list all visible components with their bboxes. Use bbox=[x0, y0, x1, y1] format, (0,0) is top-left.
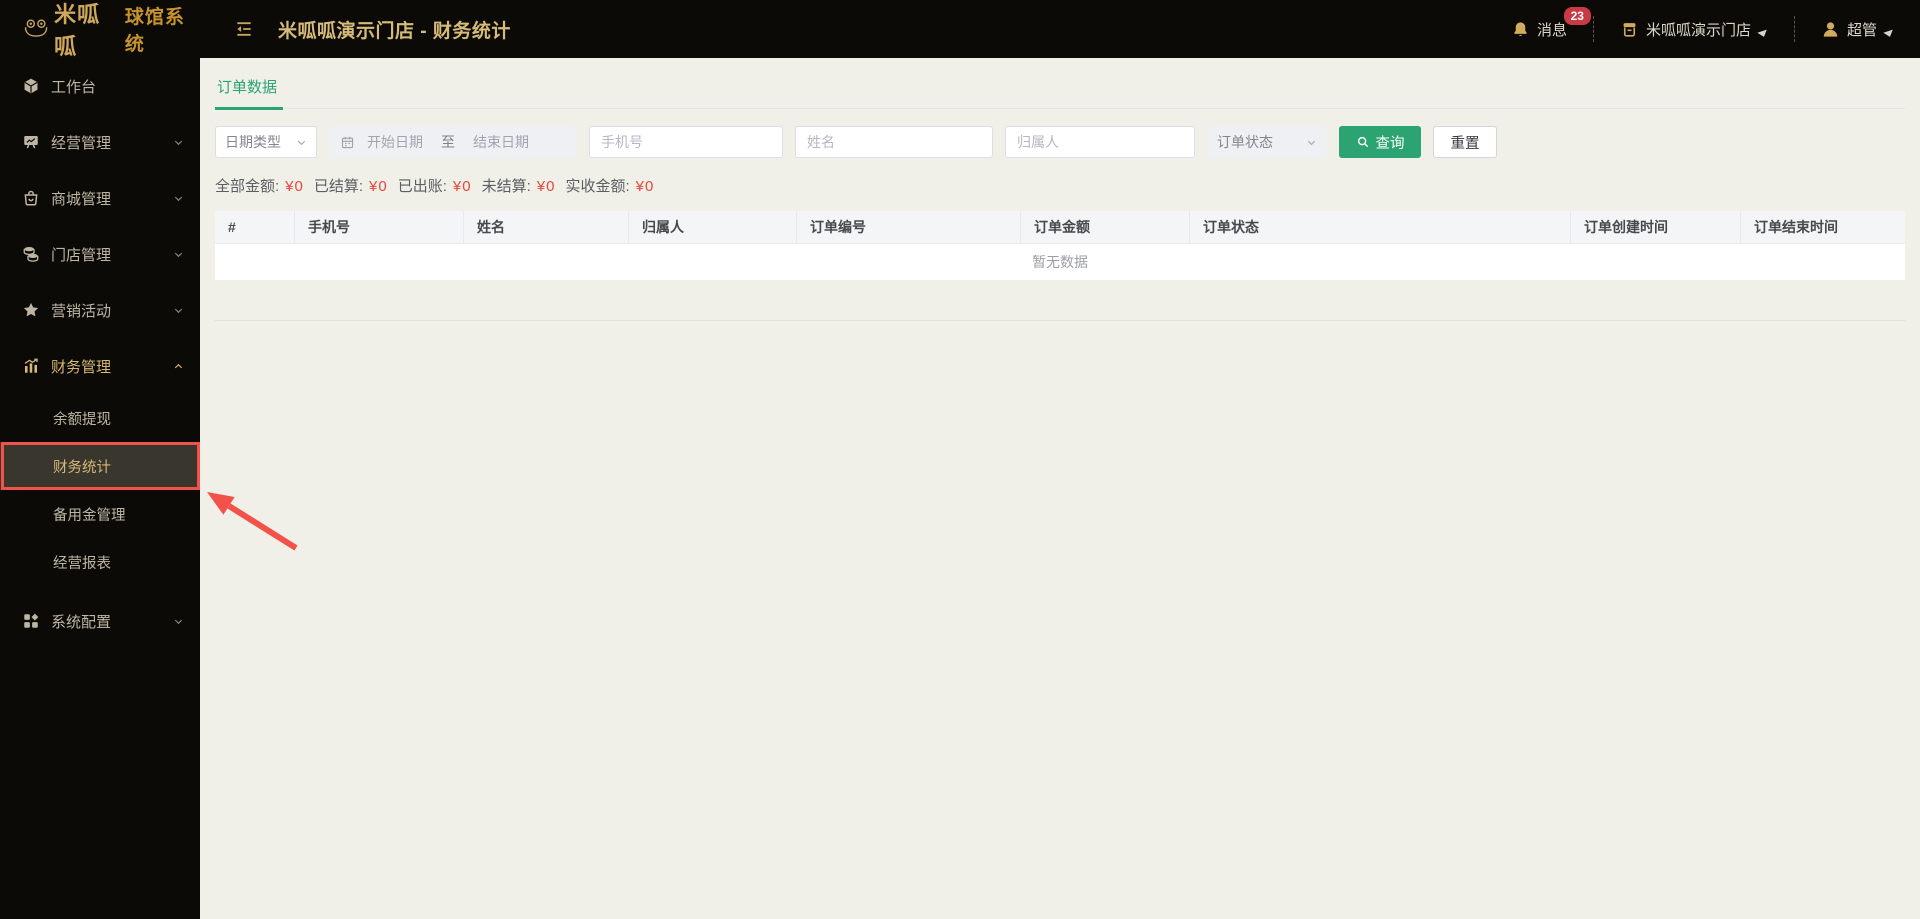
summary-total: 全部金额: ¥0 bbox=[215, 178, 304, 195]
sidebar-item-finance[interactable]: 财务管理 bbox=[0, 346, 200, 386]
frog-logo-icon bbox=[24, 19, 48, 37]
chevron-up-icon bbox=[173, 361, 184, 372]
sidebar-item-settings[interactable]: 系统配置 bbox=[0, 601, 200, 641]
messages-button[interactable]: 消息 23 bbox=[1511, 4, 1593, 40]
orders-table: # 手机号 姓名 归属人 订单编号 订单金额 订单状态 订单创建时间 订单结束时… bbox=[215, 211, 1905, 280]
sidebar-item-mall[interactable]: 商城管理 bbox=[0, 178, 200, 218]
name-input[interactable] bbox=[795, 126, 993, 158]
sidebar-item-workbench[interactable]: 工作台 bbox=[0, 66, 200, 106]
user-name: 超管 bbox=[1846, 21, 1877, 39]
finance-submenu: 余额提现 财务统计 备用金管理 经营报表 bbox=[0, 394, 200, 586]
table-header-amount: 订单金额 bbox=[1020, 211, 1189, 243]
chevron-down-icon bbox=[173, 137, 184, 148]
topbar-right: 消息 23 米呱呱演示门店 超管 bbox=[1511, 4, 1895, 42]
calendar-icon bbox=[341, 136, 354, 148]
bar-chart-icon bbox=[24, 358, 38, 373]
tab-order-data[interactable]: 订单数据 bbox=[215, 79, 284, 110]
sidebar-subitem-balance-withdraw[interactable]: 余额提现 bbox=[0, 394, 200, 442]
page-title: 米呱呱演示门店 - 财务统计 bbox=[278, 20, 511, 42]
date-range-picker[interactable]: 开始日期 至 结束日期 bbox=[329, 126, 577, 158]
topbar-divider bbox=[1592, 16, 1594, 42]
shopping-bag-icon bbox=[24, 190, 38, 206]
app-logo: 米呱呱 球馆系统 bbox=[0, 0, 200, 61]
bell-icon bbox=[1514, 21, 1527, 36]
table-header-phone: 手机号 bbox=[294, 211, 463, 243]
app-name: 球馆系统 bbox=[124, 7, 185, 55]
user-icon bbox=[1823, 21, 1838, 37]
caret-down-icon bbox=[1883, 29, 1895, 38]
table-header-owner: 归属人 bbox=[628, 211, 796, 243]
sidebar-subitem-business-report[interactable]: 经营报表 bbox=[0, 538, 200, 586]
sidebar-subitem-petty-cash[interactable]: 备用金管理 bbox=[0, 490, 200, 538]
menu-fold-icon[interactable] bbox=[234, 19, 254, 39]
chevron-down-icon bbox=[173, 616, 184, 627]
user-menu[interactable]: 超管 bbox=[1821, 19, 1895, 40]
table-header-finished: 订单结束时间 bbox=[1740, 211, 1905, 243]
topbar: 米呱呱 球馆系统 米呱呱演示门店 - 财务统计 消息 23 米呱呱演示门店 超管 bbox=[0, 0, 1920, 61]
caret-down-icon bbox=[1757, 29, 1769, 38]
chart-board-icon bbox=[24, 136, 38, 149]
table-header-index: # bbox=[228, 219, 236, 235]
star-icon bbox=[23, 302, 39, 317]
table-header-created: 订单创建时间 bbox=[1570, 211, 1740, 243]
chevron-down-icon bbox=[1306, 137, 1317, 148]
table-header-row: # 手机号 姓名 归属人 订单编号 订单金额 订单状态 订单创建时间 订单结束时… bbox=[215, 211, 1905, 244]
filter-bar: 日期类型 开始日期 至 结束日期 订单状态 bbox=[215, 126, 1905, 158]
content-card: 订单数据 日期类型 开始日期 至 结束日期 订单状态 bbox=[215, 58, 1905, 321]
search-button[interactable]: 查询 bbox=[1339, 126, 1421, 158]
tab-bar: 订单数据 bbox=[215, 58, 1905, 110]
date-end-placeholder: 结束日期 bbox=[473, 134, 529, 150]
owner-input[interactable] bbox=[1005, 126, 1195, 158]
chevron-down-icon bbox=[296, 137, 307, 148]
chevron-down-icon bbox=[173, 305, 184, 316]
chevron-down-icon bbox=[173, 193, 184, 204]
sidebar-subitem-finance-statistics[interactable]: 财务统计 bbox=[0, 442, 200, 490]
app-grid-icon bbox=[24, 613, 39, 628]
sidebar-item-business[interactable]: 经营管理 bbox=[0, 122, 200, 162]
order-status-select[interactable]: 订单状态 bbox=[1207, 126, 1327, 158]
summary-bar: 全部金额: ¥0 已结算: ¥0 已出账: ¥0 未结算: ¥0 实收金额: ¥0 bbox=[215, 175, 1905, 196]
store-switcher[interactable]: 米呱呱演示门店 bbox=[1620, 19, 1769, 40]
date-start-placeholder: 开始日期 bbox=[367, 134, 423, 150]
search-icon bbox=[1357, 136, 1368, 148]
main-content: 订单数据 日期类型 开始日期 至 结束日期 订单状态 bbox=[200, 58, 1920, 919]
store-name: 米呱呱演示门店 bbox=[1645, 21, 1751, 39]
sidebar: 工作台 经营管理 商城管理 门店管理 营销活动 财务管理 余额提现 财务统计 备… bbox=[0, 58, 200, 919]
table-header-name: 姓名 bbox=[463, 211, 628, 243]
table-header-status: 订单状态 bbox=[1189, 211, 1570, 243]
brand-logo-text: 米呱呱 bbox=[54, 2, 101, 59]
summary-received: 实收金额: ¥0 bbox=[565, 178, 655, 195]
coins-icon bbox=[23, 247, 39, 262]
date-type-select[interactable]: 日期类型 bbox=[215, 126, 317, 158]
table-header-order-no: 订单编号 bbox=[796, 211, 1020, 243]
workbench-icon bbox=[24, 78, 38, 94]
reset-button[interactable]: 重置 bbox=[1433, 126, 1497, 158]
chevron-down-icon bbox=[173, 249, 184, 260]
topbar-divider bbox=[1793, 16, 1795, 42]
messages-badge: 23 bbox=[1561, 4, 1593, 27]
date-to-label: 至 bbox=[441, 134, 455, 150]
sidebar-item-store[interactable]: 门店管理 bbox=[0, 234, 200, 274]
summary-billed: 已出账: ¥0 bbox=[397, 178, 472, 195]
summary-settled: 已结算: ¥0 bbox=[313, 178, 388, 195]
sidebar-item-marketing[interactable]: 营销活动 bbox=[0, 290, 200, 330]
table-empty-state: 暂无数据 bbox=[215, 244, 1905, 280]
summary-unsettled: 未结算: ¥0 bbox=[481, 178, 556, 195]
storefront-icon bbox=[1623, 22, 1636, 37]
phone-input[interactable] bbox=[589, 126, 783, 158]
